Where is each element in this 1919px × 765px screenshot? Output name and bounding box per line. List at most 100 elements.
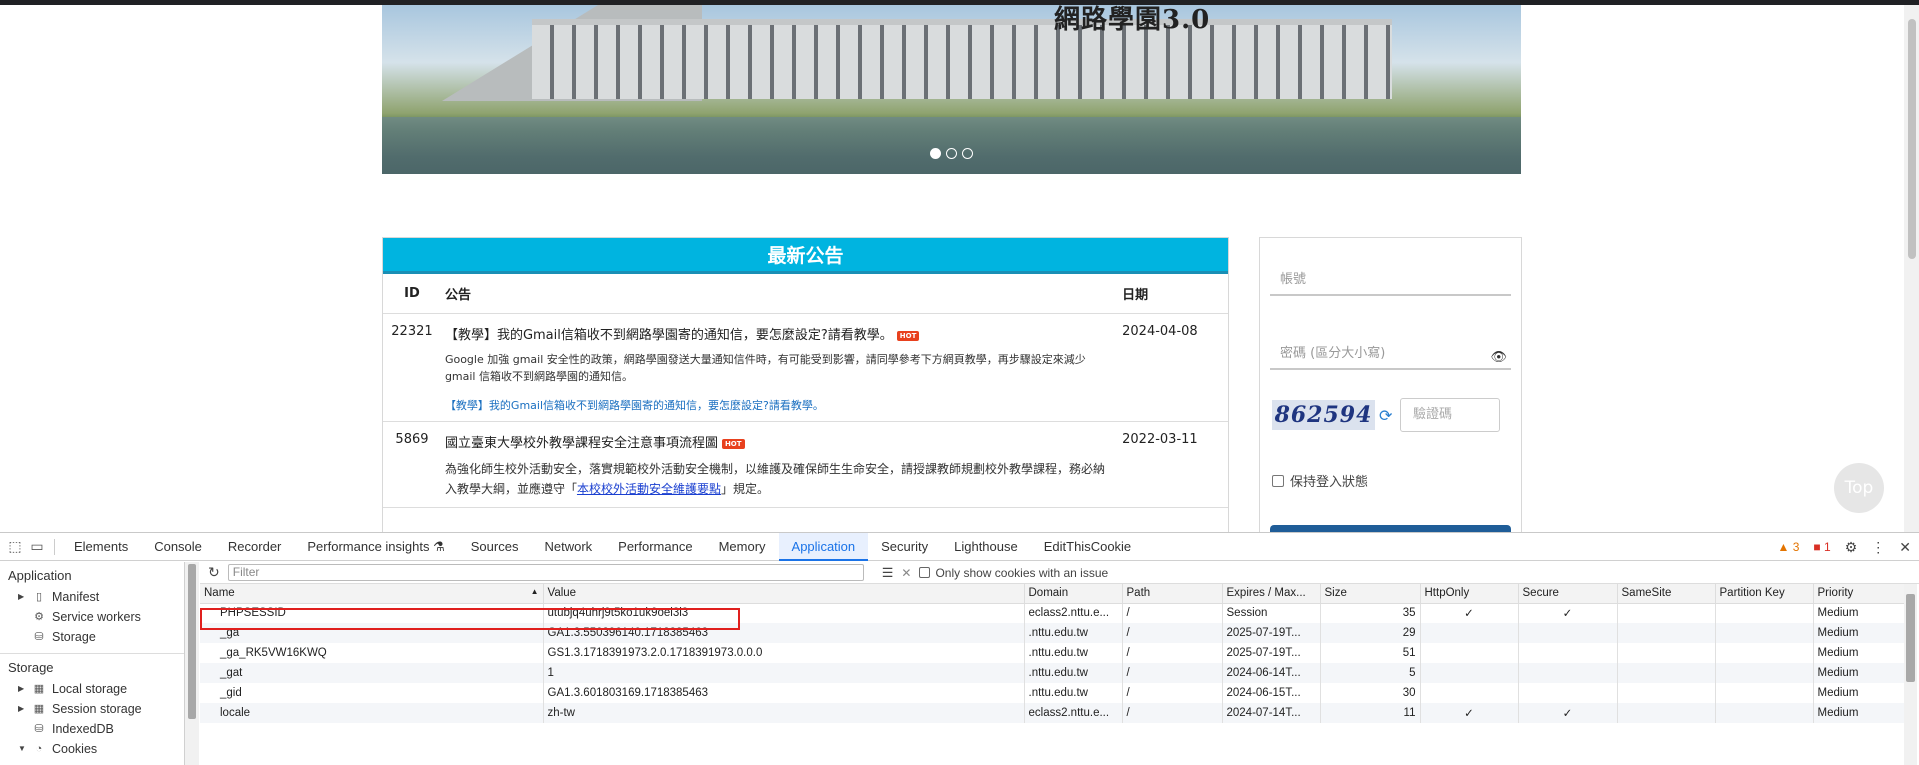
tab-performance[interactable]: Performance (605, 533, 705, 561)
cookie-path[interactable]: / (1122, 703, 1223, 723)
cookie-samesite[interactable] (1617, 603, 1716, 623)
cookie-priority[interactable]: Medium (1813, 703, 1905, 723)
carousel-dot-1[interactable] (930, 148, 941, 159)
news-title-text[interactable]: 國立臺東大學校外教學課程安全注意事項流程圖 (445, 436, 718, 451)
carousel-dot-3[interactable] (962, 148, 973, 159)
cookie-name[interactable]: PHPSESSID (200, 603, 544, 623)
table-scrollbar[interactable] (1904, 584, 1917, 765)
cookie-secure[interactable] (1518, 683, 1618, 703)
cookie-name[interactable]: locale (200, 703, 544, 723)
issue-count[interactable]: ■ 1 (1813, 540, 1830, 554)
login-button[interactable] (1270, 525, 1511, 532)
column-header-expires[interactable]: Expires / Max... (1222, 584, 1321, 604)
tab-recorder[interactable]: Recorder (215, 533, 294, 561)
settings-gear-icon[interactable]: ⚙ (1845, 539, 1858, 556)
cookie-partition-key[interactable] (1715, 603, 1814, 623)
tab-security[interactable]: Security (868, 533, 941, 561)
cookie-httponly[interactable] (1420, 683, 1519, 703)
cookie-expires[interactable]: Session (1222, 603, 1321, 623)
back-to-top-button[interactable]: Top (1834, 463, 1884, 513)
cookie-domain[interactable]: .nttu.edu.tw (1024, 623, 1123, 643)
cookie-name[interactable]: _gat (200, 663, 544, 683)
cookie-secure[interactable]: ✓ (1518, 703, 1618, 723)
cookie-domain[interactable]: .nttu.edu.tw (1024, 683, 1123, 703)
cookie-priority[interactable]: Medium (1813, 603, 1905, 623)
expand-arrow-icon[interactable]: ▶ (18, 679, 26, 699)
only-issues-checkbox[interactable]: Only show cookies with an issue (919, 566, 1108, 580)
sidebar-item-local-storage[interactable]: ▶ ▦ Local storage (0, 679, 184, 699)
cookie-httponly[interactable] (1420, 623, 1519, 643)
delete-selected-icon[interactable]: ✕ (901, 566, 911, 580)
cookie-name[interactable]: _ga_RK5VW16KWQ (200, 643, 544, 663)
tab-console[interactable]: Console (141, 533, 215, 561)
cookie-path[interactable]: / (1122, 663, 1223, 683)
cookie-httponly[interactable] (1420, 663, 1519, 683)
inspect-element-icon[interactable]: ⬚ (4, 538, 26, 555)
column-header-value[interactable]: Value (543, 584, 1025, 604)
tab-sources[interactable]: Sources (458, 533, 532, 561)
sidebar-scrollbar[interactable] (185, 562, 199, 765)
cookie-path[interactable]: / (1122, 623, 1223, 643)
cookie-priority[interactable]: Medium (1813, 623, 1905, 643)
cookie-value[interactable]: GA1.3.550396140.1718385463 (543, 623, 1025, 643)
cookie-partition-key[interactable] (1715, 663, 1814, 683)
device-toolbar-icon[interactable]: ▭ (26, 538, 48, 555)
cookie-expires[interactable]: 2025-07-19T... (1222, 643, 1321, 663)
cookie-priority[interactable]: Medium (1813, 683, 1905, 703)
cookie-httponly[interactable]: ✓ (1420, 603, 1519, 623)
cookie-secure[interactable] (1518, 643, 1618, 663)
news-title[interactable]: 國立臺東大學校外教學課程安全注意事項流程圖 HOT (445, 432, 1114, 451)
warning-count[interactable]: ▲ 3 (1778, 540, 1800, 554)
cookie-row[interactable]: PHPSESSID utubjq4uhrj9t5ko1uk9oei3l3 ecl… (200, 603, 1905, 623)
cookie-secure[interactable] (1518, 663, 1618, 683)
cookie-row[interactable]: _ga GA1.3.550396140.1718385463 .nttu.edu… (200, 623, 1905, 643)
cookie-expires[interactable]: 2024-06-15T... (1222, 683, 1321, 703)
column-header-priority[interactable]: Priority (1813, 584, 1905, 604)
cookie-row[interactable]: locale zh-tw eclass2.nttu.e... / 2024-07… (200, 703, 1905, 723)
cookie-value[interactable]: GA1.3.601803169.1718385463 (543, 683, 1025, 703)
close-devtools-icon[interactable]: ✕ (1899, 539, 1911, 556)
cookie-expires[interactable]: 2024-07-14T... (1222, 703, 1321, 723)
news-link[interactable]: 【教學】我的Gmail信箱收不到網路學園寄的通知信，要怎麼設定?請看教學。 (445, 397, 1114, 413)
keep-login-checkbox[interactable]: 保持登入狀態 (1272, 471, 1368, 490)
column-header-secure[interactable]: Secure (1518, 584, 1618, 604)
cookie-name[interactable]: _ga (200, 623, 544, 643)
cookie-domain[interactable]: eclass2.nttu.e... (1024, 703, 1123, 723)
page-scrollbar[interactable] (1904, 5, 1919, 532)
column-header-size[interactable]: Size (1320, 584, 1421, 604)
cookie-httponly[interactable]: ✓ (1420, 703, 1519, 723)
cookie-value[interactable]: GS1.3.1718391973.2.0.1718391973.0.0.0 (543, 643, 1025, 663)
tab-editthiscookie[interactable]: EditThisCookie (1031, 533, 1144, 561)
cookie-row[interactable]: _gat 1 .nttu.edu.tw / 2024-06-14T... 5 M… (200, 663, 1905, 683)
sidebar-item-indexeddb[interactable]: ⛁ IndexedDB (0, 719, 184, 739)
cookie-expires[interactable]: 2024-06-14T... (1222, 663, 1321, 683)
cookie-partition-key[interactable] (1715, 703, 1814, 723)
sidebar-item-manifest[interactable]: ▶ ▯ Manifest (0, 587, 184, 607)
cookie-domain[interactable]: .nttu.edu.tw (1024, 643, 1123, 663)
carousel-dot-2[interactable] (946, 148, 957, 159)
table-scrollbar-thumb[interactable] (1906, 594, 1915, 682)
cookie-name[interactable]: _gid (200, 683, 544, 703)
tab-lighthouse[interactable]: Lighthouse (941, 533, 1031, 561)
news-title[interactable]: 【教學】我的Gmail信箱收不到網路學園寄的通知信，要怎麼設定?請看教學。 HOT (445, 324, 1114, 343)
cookie-partition-key[interactable] (1715, 623, 1814, 643)
eye-icon[interactable]: 👁 (1490, 346, 1507, 370)
cookie-samesite[interactable] (1617, 683, 1716, 703)
tab-application[interactable]: Application (778, 532, 869, 561)
cookie-partition-key[interactable] (1715, 683, 1814, 703)
cookie-samesite[interactable] (1617, 663, 1716, 683)
checkbox-icon[interactable] (919, 567, 931, 578)
captcha-input[interactable]: 驗證碼 (1400, 398, 1500, 432)
column-header-samesite[interactable]: SameSite (1617, 584, 1716, 604)
refresh-icon[interactable]: ↻ (208, 564, 220, 581)
sidebar-item-service-workers[interactable]: ⚙ Service workers (0, 607, 184, 627)
filter-input[interactable]: Filter (227, 564, 864, 581)
sidebar-item-cookies[interactable]: ▼ ◔ Cookies (0, 739, 184, 759)
cookie-priority[interactable]: Medium (1813, 643, 1905, 663)
cookie-path[interactable]: / (1122, 603, 1223, 623)
cookie-httponly[interactable] (1420, 643, 1519, 663)
cookie-value[interactable]: 1 (543, 663, 1025, 683)
column-header-partition-key[interactable]: Partition Key (1715, 584, 1814, 604)
tab-performance-insights[interactable]: Performance insights ⚗ (294, 533, 457, 561)
cookie-value[interactable]: utubjq4uhrj9t5ko1uk9oei3l3 (543, 603, 1025, 623)
